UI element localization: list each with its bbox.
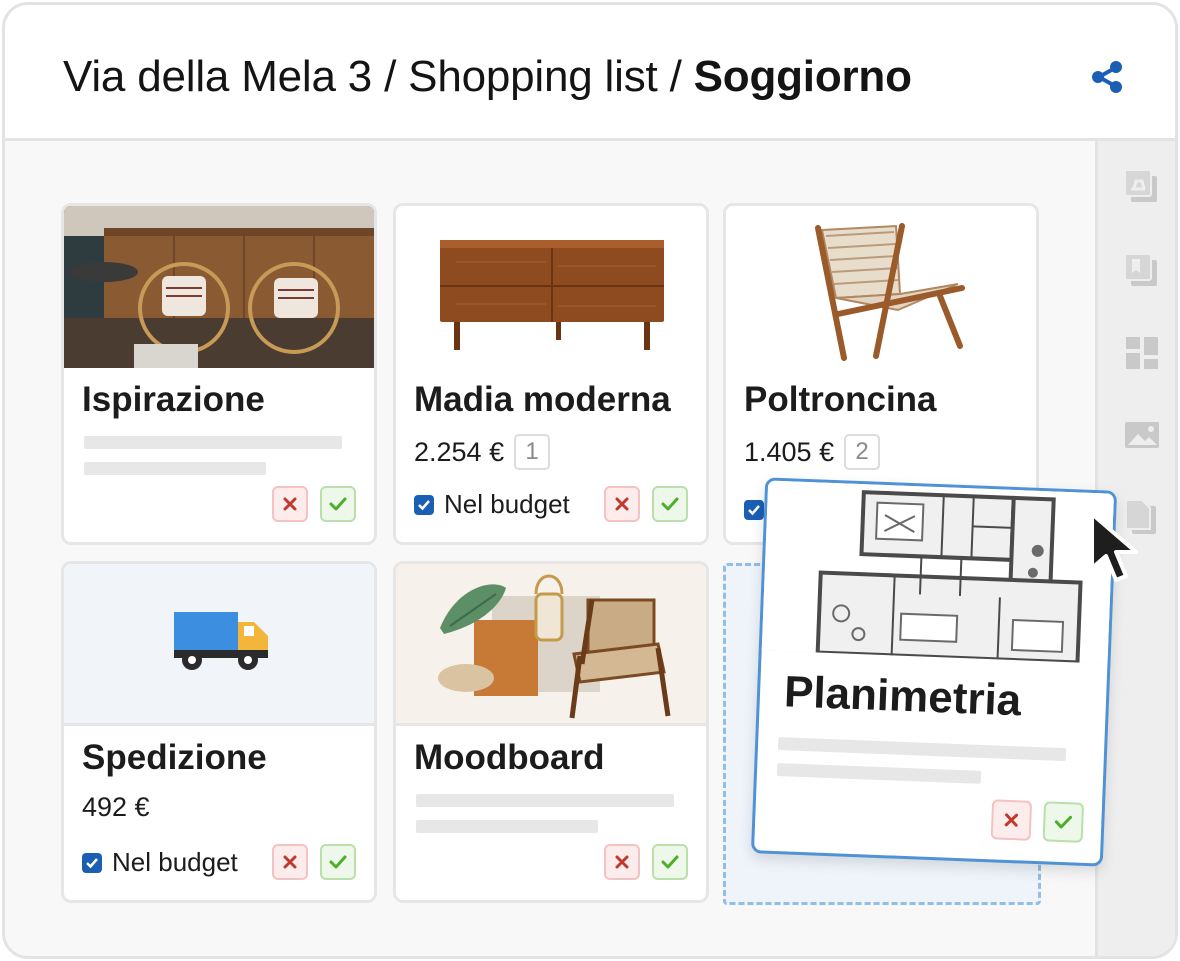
card-actions	[272, 844, 356, 880]
card-image-living-room	[64, 206, 374, 368]
card-moodboard[interactable]: Moodboard	[393, 561, 709, 903]
card-actions	[604, 486, 688, 522]
accept-button[interactable]	[1042, 801, 1085, 843]
check-icon	[1054, 815, 1073, 829]
close-icon	[615, 497, 629, 511]
accept-button[interactable]	[652, 486, 688, 522]
breadcrumb-current: Soggiorno	[693, 52, 912, 101]
breadcrumb: Via della Mela 3 / Shopping list / Soggi…	[63, 51, 912, 103]
check-icon	[329, 855, 347, 869]
text-placeholder	[84, 436, 342, 449]
picture-icon[interactable]	[1122, 415, 1162, 455]
card-actions	[272, 486, 356, 522]
price-value: 1.405 €	[744, 436, 835, 467]
close-icon	[615, 855, 629, 869]
breadcrumb-item-shopping-list[interactable]: Shopping list	[408, 52, 658, 101]
card-image-sideboard	[396, 206, 706, 368]
text-placeholder	[776, 763, 982, 784]
card-image-floorplan	[761, 480, 1118, 665]
price-row: 492 €	[82, 792, 150, 823]
text-placeholder	[416, 820, 598, 833]
checkbox-checked-icon	[744, 500, 764, 520]
close-icon	[283, 855, 297, 869]
card-title: Madia moderna	[414, 380, 671, 419]
truck-icon	[174, 612, 268, 670]
card-title: Spedizione	[82, 738, 267, 777]
text-placeholder	[777, 737, 1067, 762]
budget-label: Nel budget	[112, 847, 238, 877]
card-inspiration[interactable]: Ispirazione	[61, 203, 377, 545]
breadcrumb-separator: /	[384, 52, 397, 101]
page-header: Via della Mela 3 / Shopping list / Soggi…	[5, 5, 1175, 141]
checkbox-checked-icon	[414, 494, 434, 515]
breadcrumb-separator: /	[669, 52, 682, 101]
price-row: 2.254 € 1	[414, 434, 551, 470]
check-icon	[661, 855, 679, 869]
image-stack-icon[interactable]	[1122, 167, 1162, 207]
dragged-card-floorplan[interactable]: Planimetria	[750, 477, 1118, 867]
budget-checkbox[interactable]: Nel budget	[414, 489, 570, 520]
card-title: Planimetria	[783, 667, 1023, 726]
check-icon	[329, 497, 347, 511]
share-icon[interactable]	[1087, 57, 1127, 97]
quantity-badge[interactable]: 1	[514, 434, 551, 470]
price-row: 1.405 € 2	[744, 434, 881, 470]
card-title: Ispirazione	[82, 380, 265, 419]
reject-button[interactable]	[272, 486, 308, 522]
card-shipping[interactable]: Spedizione 492 € Nel budget	[61, 561, 377, 903]
reject-button[interactable]	[990, 799, 1033, 841]
breadcrumb-item-address[interactable]: Via della Mela 3	[63, 52, 372, 101]
quantity-badge[interactable]: 2	[844, 434, 881, 470]
price-value: 492 €	[82, 792, 150, 822]
budget-label: Nel budget	[444, 489, 570, 519]
accept-button[interactable]	[652, 844, 688, 880]
accept-button[interactable]	[320, 486, 356, 522]
close-icon	[1004, 813, 1019, 827]
close-icon	[283, 497, 297, 511]
price-value: 2.254 €	[414, 436, 505, 467]
accept-button[interactable]	[320, 844, 356, 880]
card-actions	[604, 844, 688, 880]
card-image-armchair	[726, 206, 1036, 368]
card-title: Poltroncina	[744, 380, 937, 419]
reject-button[interactable]	[272, 844, 308, 880]
mouse-pointer-icon	[1090, 512, 1138, 582]
reject-button[interactable]	[604, 844, 640, 880]
card-title: Moodboard	[414, 738, 605, 777]
text-placeholder	[84, 462, 266, 475]
reject-button[interactable]	[604, 486, 640, 522]
dashboard-icon[interactable]	[1122, 333, 1162, 373]
card-actions	[990, 799, 1085, 843]
check-icon	[661, 497, 679, 511]
book-stack-icon[interactable]	[1122, 251, 1162, 291]
card-sideboard[interactable]: Madia moderna 2.254 € 1 Nel budget	[393, 203, 709, 545]
card-image-shipping	[64, 564, 374, 726]
checkbox-checked-icon	[82, 852, 102, 873]
budget-checkbox[interactable]: Nel budget	[82, 847, 238, 878]
text-placeholder	[416, 794, 674, 807]
budget-checkbox[interactable]	[744, 500, 764, 520]
card-image-moodboard	[396, 564, 706, 726]
